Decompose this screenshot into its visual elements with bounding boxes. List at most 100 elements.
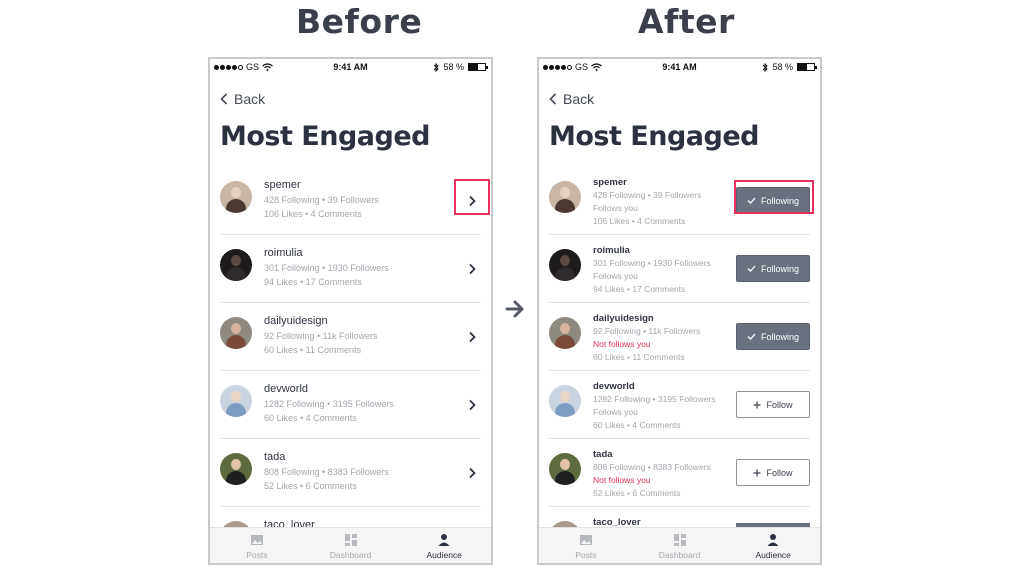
image-icon <box>579 535 592 545</box>
tab-label: Dashboard <box>658 550 701 560</box>
avatar <box>220 385 252 417</box>
battery-percent: 58 % <box>443 62 464 72</box>
tab-label: Posts <box>575 550 597 560</box>
tab-bar: Posts Dashboard Audience <box>539 527 820 563</box>
avatar <box>549 453 581 485</box>
follows-you-status: Follows you <box>593 203 638 213</box>
avatar <box>549 181 581 213</box>
tab-dashboard[interactable]: Dashboard <box>633 528 727 563</box>
page-title: Most Engaged <box>220 121 430 152</box>
battery-icon <box>468 63 488 71</box>
username: devworld <box>593 381 635 392</box>
button-label: Following <box>760 263 800 274</box>
username: dailyuidesign <box>264 315 328 327</box>
avatar <box>220 249 252 281</box>
bluetooth-icon <box>763 62 769 72</box>
follow-stats: 428 Following • 39 Followers <box>593 190 702 200</box>
follow-stats: 1282 Following • 3195 Followers <box>593 394 716 404</box>
chevron-right-icon[interactable] <box>467 331 477 343</box>
list-item[interactable]: spemer 428 Following • 39 Followers 106 … <box>220 167 481 235</box>
status-bar: GS 9:41 AM 58 % <box>539 59 820 77</box>
follow-stats: 92 Following • 11k Followers <box>264 331 378 341</box>
user-list: spemer 428 Following • 39 Followers 106 … <box>210 167 491 563</box>
follow-button[interactable]: Follow <box>736 391 810 418</box>
highlight-frame <box>454 179 490 215</box>
list-item[interactable]: dailyuidesign 92 Following • 11k Followe… <box>220 303 481 371</box>
tab-bar: Posts Dashboard Audience <box>210 527 491 563</box>
bluetooth-icon <box>434 62 440 72</box>
list-item[interactable]: roimulia 301 Following • 1930 Followers … <box>220 235 481 303</box>
chevron-left-icon <box>220 93 228 105</box>
list-item[interactable]: devworld 1282 Following • 3195 Followers… <box>549 371 810 439</box>
follow-stats: 808 Following • 8383 Followers <box>593 462 711 472</box>
username: devworld <box>264 383 309 395</box>
plus-icon <box>753 401 761 408</box>
follow-stats: 92 Following • 11k Followers <box>593 326 701 336</box>
before-phone-screen: GS 9:41 AM 58 % Back Most Engaged spemer… <box>208 57 493 565</box>
plus-icon <box>753 469 761 476</box>
engagement-stats: 52 Likes • 6 Comments <box>593 488 681 498</box>
username: dailyuidesign <box>593 313 654 324</box>
follow-stats: 428 Following • 39 Followers <box>264 195 379 205</box>
tab-dashboard[interactable]: Dashboard <box>304 528 398 563</box>
follow-stats: 1282 Following • 3195 Followers <box>264 399 394 409</box>
check-icon <box>747 333 756 340</box>
dashboard-icon <box>673 534 686 546</box>
follows-you-status: Follows you <box>593 271 638 281</box>
chevron-right-icon[interactable] <box>467 467 477 479</box>
username: roimulia <box>593 245 630 256</box>
tab-posts[interactable]: Posts <box>539 528 633 563</box>
image-icon <box>250 535 263 545</box>
avatar <box>220 453 252 485</box>
status-bar: GS 9:41 AM 58 % <box>210 59 491 77</box>
highlight-frame <box>734 180 814 214</box>
follow-stats: 301 Following • 1930 Followers <box>593 258 711 268</box>
back-button[interactable]: Back <box>549 91 594 107</box>
before-heading: Before <box>296 2 423 41</box>
follows-you-status: Not follows you <box>593 475 651 485</box>
engagement-stats: 52 Likes • 6 Comments <box>264 481 357 491</box>
chevron-right-icon[interactable] <box>467 399 477 411</box>
tab-audience[interactable]: Audience <box>397 528 491 563</box>
after-phone-screen: GS 9:41 AM 58 % Back Most Engaged spemer… <box>537 57 822 565</box>
button-label: Follow <box>766 399 793 410</box>
username: tada <box>593 449 613 460</box>
following-button[interactable]: Following <box>736 255 810 282</box>
engagement-stats: 106 Likes • 4 Comments <box>264 209 362 219</box>
back-button[interactable]: Back <box>220 91 265 107</box>
engagement-stats: 106 Likes • 4 Comments <box>593 216 686 226</box>
tab-label: Audience <box>755 550 791 560</box>
username: spemer <box>593 177 627 188</box>
list-item[interactable]: tada 808 Following • 8383 Followers Not … <box>549 439 810 507</box>
tab-audience[interactable]: Audience <box>726 528 820 563</box>
check-icon <box>747 265 756 272</box>
list-item[interactable]: roimulia 301 Following • 1930 Followers … <box>549 235 810 303</box>
following-button[interactable]: Following <box>736 323 810 350</box>
person-icon <box>438 534 450 546</box>
chevron-right-icon[interactable] <box>467 263 477 275</box>
list-item[interactable]: devworld 1282 Following • 3195 Followers… <box>220 371 481 439</box>
list-item[interactable]: dailyuidesign 92 Following • 11k Followe… <box>549 303 810 371</box>
engagement-stats: 60 Likes • 11 Comments <box>593 352 685 362</box>
username: roimulia <box>264 247 303 259</box>
follows-you-status: Not follows you <box>593 339 651 349</box>
page-title: Most Engaged <box>549 121 759 152</box>
button-label: Following <box>760 331 800 342</box>
list-item[interactable]: tada 808 Following • 8383 Followers 52 L… <box>220 439 481 507</box>
battery-percent: 58 % <box>772 62 793 72</box>
tab-label: Dashboard <box>329 550 372 560</box>
after-heading: After <box>638 2 735 41</box>
engagement-stats: 94 Likes • 17 Comments <box>593 284 686 294</box>
engagement-stats: 60 Likes • 4 Comments <box>593 420 681 430</box>
tab-posts[interactable]: Posts <box>210 528 304 563</box>
follow-button[interactable]: Follow <box>736 459 810 486</box>
back-label: Back <box>563 91 595 107</box>
tab-label: Audience <box>426 550 462 560</box>
person-icon <box>767 534 779 546</box>
avatar <box>549 249 581 281</box>
avatar <box>220 181 252 213</box>
follows-you-status: Follows you <box>593 407 638 417</box>
dashboard-icon <box>344 534 357 546</box>
engagement-stats: 60 Likes • 11 Comments <box>264 345 362 355</box>
button-label: Follow <box>766 467 793 478</box>
